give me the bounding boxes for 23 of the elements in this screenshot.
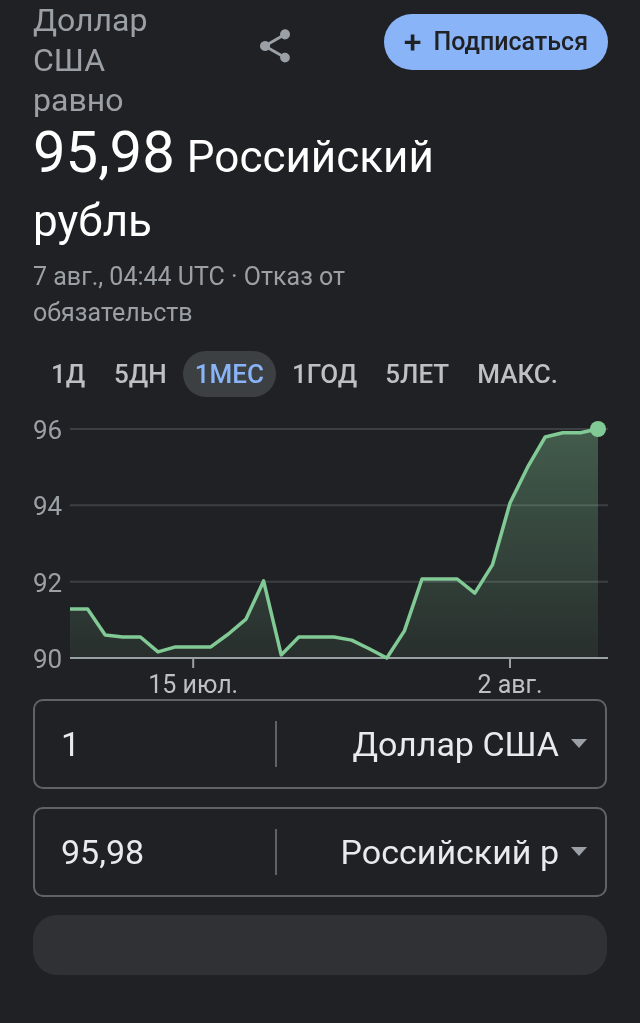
exchange-rate: 95,98 Российский рубль [33, 120, 435, 249]
chart-end-dot [590, 421, 606, 437]
axis-label: 15 июл. [148, 670, 239, 697]
currency-dropdown[interactable]: Российский р [277, 826, 605, 878]
range-tab[interactable]: 1Д [38, 351, 98, 397]
range-tab[interactable]: МАКС. [465, 351, 570, 397]
amount-field[interactable]: 1 [35, 718, 275, 770]
range-tab[interactable]: 1МЕС [182, 351, 276, 397]
axis-label: 94 [33, 491, 63, 522]
range-tab[interactable]: 5ДН [102, 351, 179, 397]
subscribe-button[interactable]: + Подписаться [383, 14, 608, 70]
range-tab[interactable]: 1ГОД [279, 351, 370, 397]
axis-label: 96 [33, 415, 63, 445]
range-tab[interactable]: 5ЛЕТ [373, 351, 462, 397]
axis-label: 2 авг. [477, 670, 543, 697]
axis-label: 90 [33, 644, 63, 674]
axis-label: 92 [33, 567, 63, 598]
currency-title: Доллар США равно [33, 0, 149, 120]
caret-icon [571, 847, 587, 857]
currency-dropdown[interactable]: Доллар США [277, 718, 605, 770]
caret-icon [571, 739, 587, 749]
amount-field[interactable]: 95,98 [35, 826, 275, 878]
timestamp: 7 авг., 04:44 UTC · Отказ от обязательств [33, 261, 347, 329]
